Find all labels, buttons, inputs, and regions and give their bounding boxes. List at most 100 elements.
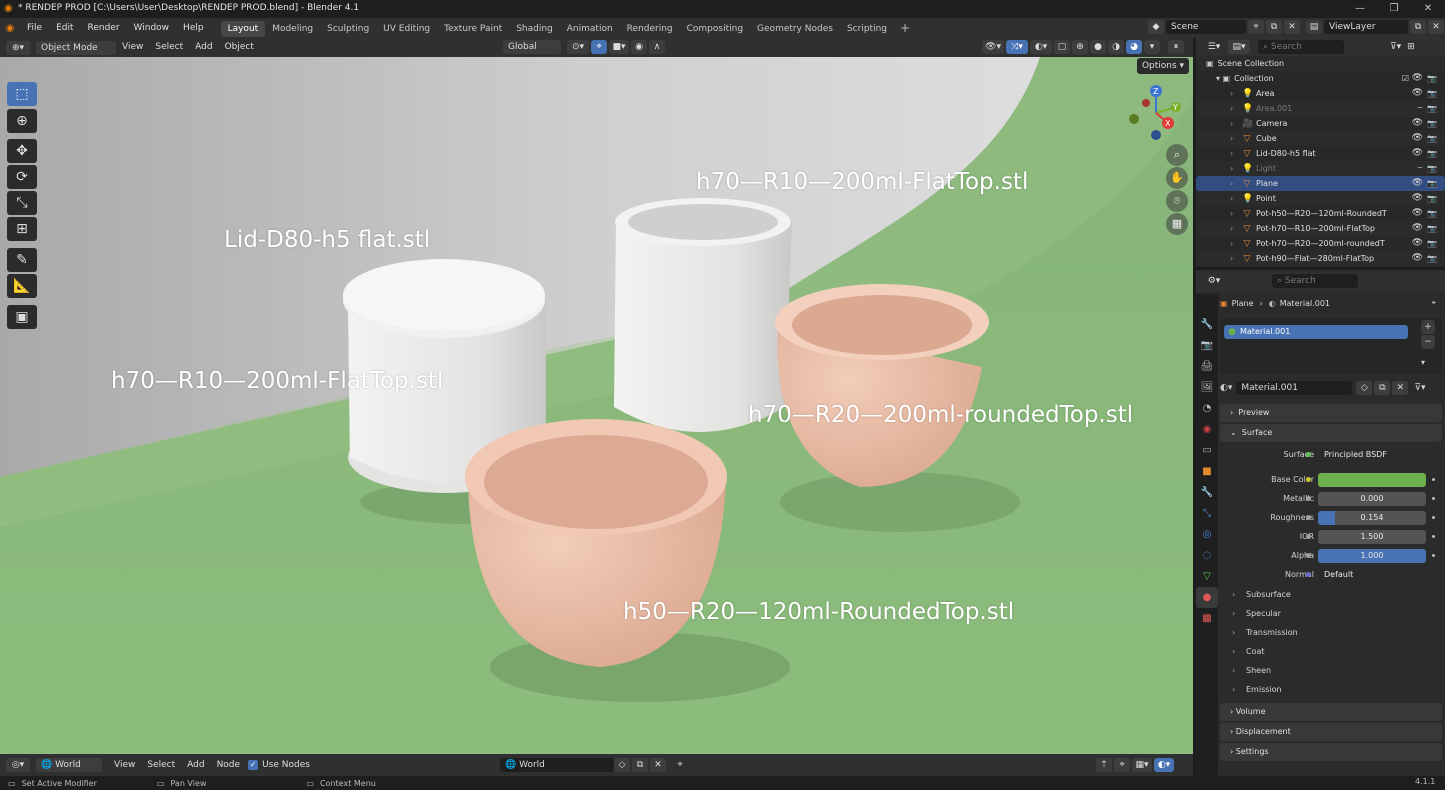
filter-icon[interactable]: ⊽▾ bbox=[1390, 42, 1401, 52]
move-tool[interactable]: ✥ bbox=[7, 139, 37, 163]
properties-search-input[interactable]: ⌕ Search bbox=[1272, 274, 1358, 288]
transform-tool[interactable]: ⊞ bbox=[7, 217, 37, 241]
view-menu[interactable]: View bbox=[116, 38, 149, 57]
select-menu[interactable]: Select bbox=[149, 38, 189, 57]
render-camera-icon[interactable]: 📷 bbox=[1427, 71, 1437, 86]
perspective-grid-icon[interactable]: ▦ bbox=[1166, 213, 1188, 235]
select-box-tool[interactable]: ⬚ bbox=[7, 82, 37, 106]
outliner-item[interactable]: › 💡 Point 👁 📷 bbox=[1196, 191, 1445, 206]
modifier-tab-icon[interactable]: 🔧 bbox=[1196, 482, 1218, 503]
outliner-item[interactable]: › ▽ Pot-h70—R20—200ml-roundedT 👁 📷 bbox=[1196, 236, 1445, 251]
subpanel-emission[interactable]: Emission bbox=[1220, 680, 1442, 699]
alpha-field[interactable]: 1.000 bbox=[1318, 549, 1426, 563]
render-camera-icon[interactable]: 📷 bbox=[1427, 206, 1437, 221]
scene-selector[interactable]: Scene bbox=[1166, 20, 1246, 34]
add-menu[interactable]: Add bbox=[189, 38, 218, 57]
roughness-field[interactable]: 0.154 bbox=[1318, 511, 1426, 525]
tab-layout[interactable]: Layout bbox=[220, 21, 266, 37]
pan-hand-icon[interactable]: ✋ bbox=[1166, 167, 1188, 189]
xray-icon[interactable]: ▢ bbox=[1054, 40, 1070, 54]
slot-specials-icon[interactable]: ▾ bbox=[1421, 358, 1425, 367]
navigation-gizmo[interactable]: Z Y X bbox=[1124, 81, 1188, 145]
render-camera-icon[interactable]: 📷 bbox=[1427, 236, 1437, 251]
node-add-menu[interactable]: Add bbox=[181, 756, 210, 775]
pin-properties-icon[interactable]: ⌖ bbox=[1431, 298, 1436, 308]
object-menu[interactable]: Object bbox=[219, 38, 260, 57]
preview-panel-header[interactable]: › Preview bbox=[1220, 404, 1442, 422]
eye-icon[interactable]: 👁 bbox=[1412, 146, 1423, 161]
outliner-item[interactable]: › ▽ Pot-h90—Flat—280ml-FlatTop 👁 📷 bbox=[1196, 251, 1445, 266]
texture-tab-icon[interactable]: ▩ bbox=[1196, 608, 1218, 629]
material-tab-icon[interactable]: ● bbox=[1196, 587, 1218, 608]
transform-orientation-dropdown[interactable]: Global bbox=[503, 40, 561, 54]
measure-tool[interactable]: 📐 bbox=[7, 274, 37, 298]
solid-shading-icon[interactable]: ● bbox=[1090, 40, 1106, 54]
outliner-item[interactable]: › ▽ Plane 👁 📷 bbox=[1196, 176, 1445, 191]
overlays-icon[interactable]: ◐▾ bbox=[1030, 40, 1052, 54]
pin-icon[interactable]: ⌖ bbox=[672, 758, 688, 772]
collection-tab-icon[interactable]: ▭ bbox=[1196, 440, 1218, 461]
snap-node-icon[interactable]: ⌖ bbox=[1114, 758, 1130, 772]
expand-arrow-icon[interactable]: › bbox=[1230, 251, 1233, 266]
eye-icon[interactable]: 👁 bbox=[1412, 206, 1423, 221]
scene-icon[interactable]: ◆ bbox=[1148, 20, 1164, 34]
camera-view-icon[interactable]: ⌾ bbox=[1166, 190, 1188, 212]
wireframe-shading-icon[interactable]: ⊕ bbox=[1072, 40, 1088, 54]
remove-slot-button[interactable]: − bbox=[1421, 335, 1435, 349]
subpanel-transmission[interactable]: Transmission bbox=[1220, 623, 1442, 642]
sidebar-toggle-icon[interactable]: ⏸ bbox=[1168, 40, 1184, 54]
tool-tab-icon[interactable]: 🔧 bbox=[1196, 314, 1218, 335]
visibility-dropdown-icon[interactable]: 👁▾ bbox=[982, 40, 1004, 54]
eye-icon[interactable]: 👁 bbox=[1412, 251, 1423, 266]
gizmo-toggle-icon[interactable]: ⤨▾ bbox=[1006, 40, 1028, 54]
eye-icon[interactable]: 👁 bbox=[1412, 191, 1423, 206]
hidden-eye-icon[interactable]: ⌣ bbox=[1417, 161, 1423, 176]
tab-uv-editing[interactable]: UV Editing bbox=[376, 21, 437, 37]
metallic-field[interactable]: 0.000 bbox=[1318, 492, 1426, 506]
blender-menu-icon[interactable]: ◉ bbox=[0, 23, 20, 34]
options-dropdown[interactable]: Options ▾ bbox=[1137, 58, 1189, 74]
outliner-search-input[interactable]: ⌕ Search bbox=[1258, 40, 1344, 54]
outliner-item[interactable]: › ▽ Cube 👁 📷 bbox=[1196, 131, 1445, 146]
view-layer-icon[interactable]: ▤ bbox=[1306, 20, 1322, 34]
material-slot-list[interactable]: Material.001 ● + − ▾ bbox=[1220, 318, 1442, 374]
snap-target-icon[interactable]: ■▾ bbox=[609, 40, 629, 54]
expand-arrow-icon[interactable]: › bbox=[1230, 101, 1233, 116]
scale-tool[interactable]: ⤡ bbox=[7, 191, 37, 215]
duplicate-material-icon[interactable]: ⧉ bbox=[1374, 381, 1391, 395]
render-camera-icon[interactable]: 📷 bbox=[1427, 146, 1437, 161]
keyframe-dot-icon[interactable] bbox=[1432, 478, 1435, 481]
material-fake-user-icon[interactable]: ◇ bbox=[1356, 381, 1373, 395]
menu-render[interactable]: Render bbox=[81, 18, 127, 38]
material-browse-node-icon[interactable]: ⊽▾ bbox=[1414, 383, 1425, 393]
expand-arrow-icon[interactable]: › bbox=[1230, 176, 1233, 191]
menu-file[interactable]: File bbox=[20, 18, 49, 38]
expand-arrow-icon[interactable]: › bbox=[1230, 146, 1233, 161]
outliner-item[interactable]: › ▽ Pot-h70—R10—200ml-FlatTop 👁 📷 bbox=[1196, 221, 1445, 236]
pivot-point-icon[interactable]: ⊙▾ bbox=[567, 40, 589, 54]
expand-arrow-icon[interactable]: › bbox=[1230, 191, 1233, 206]
normal-field[interactable]: Default bbox=[1318, 568, 1426, 582]
close-window-button[interactable]: ✕ bbox=[1411, 0, 1445, 18]
snap-toggle-icon[interactable]: ⌖ bbox=[591, 40, 607, 54]
expand-arrow-icon[interactable]: › bbox=[1230, 131, 1233, 146]
display-mode-icon[interactable]: ▤▾ bbox=[1228, 40, 1250, 54]
tab-rendering[interactable]: Rendering bbox=[620, 21, 680, 37]
node-view-menu[interactable]: View bbox=[108, 756, 141, 775]
subpanel-subsurface[interactable]: Subsurface bbox=[1220, 585, 1442, 604]
output-tab-icon[interactable]: 🖨 bbox=[1196, 356, 1218, 377]
use-nodes-checkbox[interactable]: ✓ bbox=[248, 760, 259, 770]
particles-tab-icon[interactable]: ⤡ bbox=[1196, 503, 1218, 524]
eye-icon[interactable]: 👁 bbox=[1412, 236, 1423, 251]
falloff-icon[interactable]: ∧ bbox=[649, 40, 665, 54]
expand-arrow-icon[interactable]: › bbox=[1230, 221, 1233, 236]
surface-shader-field[interactable]: Principled BSDF bbox=[1318, 448, 1426, 462]
expand-arrow-icon[interactable]: › bbox=[1230, 206, 1233, 221]
rotate-tool[interactable]: ⟳ bbox=[7, 165, 37, 189]
duplicate-world-icon[interactable]: ⧉ bbox=[632, 758, 648, 772]
view-layer-tab-icon[interactable]: 🖼 bbox=[1196, 377, 1218, 398]
new-view-layer-icon[interactable]: ⧉ bbox=[1410, 20, 1426, 34]
add-workspace-icon[interactable]: + bbox=[894, 21, 916, 35]
unlink-world-icon[interactable]: ✕ bbox=[650, 758, 666, 772]
eye-icon[interactable]: 👁 bbox=[1412, 86, 1423, 101]
